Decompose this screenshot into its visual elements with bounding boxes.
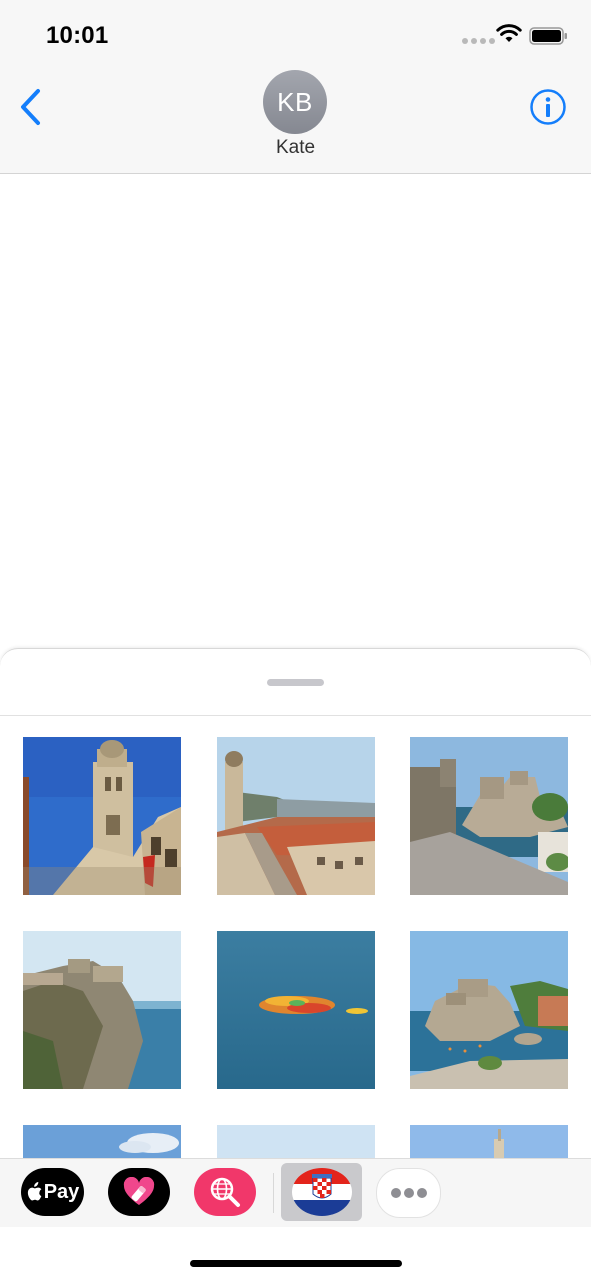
info-icon[interactable] <box>529 88 567 126</box>
app-strip-divider <box>273 1173 274 1213</box>
home-indicator-area <box>0 1227 591 1280</box>
digital-touch-app[interactable] <box>108 1168 170 1216</box>
sticker-drawer <box>0 648 591 1159</box>
sticker-city-walls-cliff[interactable] <box>23 931 181 1089</box>
contact-name[interactable]: Kate <box>0 137 591 159</box>
image-search-app[interactable] <box>194 1168 256 1216</box>
croatia-stickers-app[interactable] <box>281 1163 362 1221</box>
apple-pay-label: Pay <box>43 1180 80 1203</box>
wifi-icon <box>496 24 522 42</box>
signal-dots-icon <box>462 38 495 44</box>
apple-pay-app[interactable]: Pay <box>21 1168 84 1216</box>
drawer-divider <box>0 715 591 716</box>
status-bar: 10:01 <box>0 0 591 64</box>
avatar[interactable]: KB <box>263 70 327 134</box>
conversation-header: KB Kate <box>0 64 591 174</box>
sticker-sky-clouds[interactable] <box>23 1125 181 1159</box>
sticker-fortress-harbor[interactable] <box>410 931 568 1089</box>
drawer-grabber[interactable] <box>267 679 324 686</box>
chevron-left-icon[interactable] <box>18 88 44 126</box>
sticker-bell-tower[interactable] <box>23 737 181 895</box>
croatia-flag-icon <box>292 1168 352 1216</box>
message-thread <box>0 174 591 650</box>
apple-icon <box>27 1182 42 1201</box>
sticker-pale-sky[interactable] <box>217 1125 375 1159</box>
sticker-kayaks[interactable] <box>217 931 375 1089</box>
status-time: 10:01 <box>46 22 109 49</box>
imessage-app-strip: Pay <box>0 1158 591 1228</box>
globe-search-icon <box>210 1177 240 1207</box>
heart-icon <box>123 1177 155 1205</box>
more-apps-button[interactable] <box>376 1168 441 1218</box>
sticker-fortress-coast[interactable] <box>410 737 568 895</box>
sticker-tower-top[interactable] <box>410 1125 568 1159</box>
home-indicator[interactable] <box>190 1260 402 1267</box>
sticker-old-town-street[interactable] <box>217 737 375 895</box>
battery-icon <box>529 27 567 45</box>
more-icon <box>390 1188 427 1198</box>
